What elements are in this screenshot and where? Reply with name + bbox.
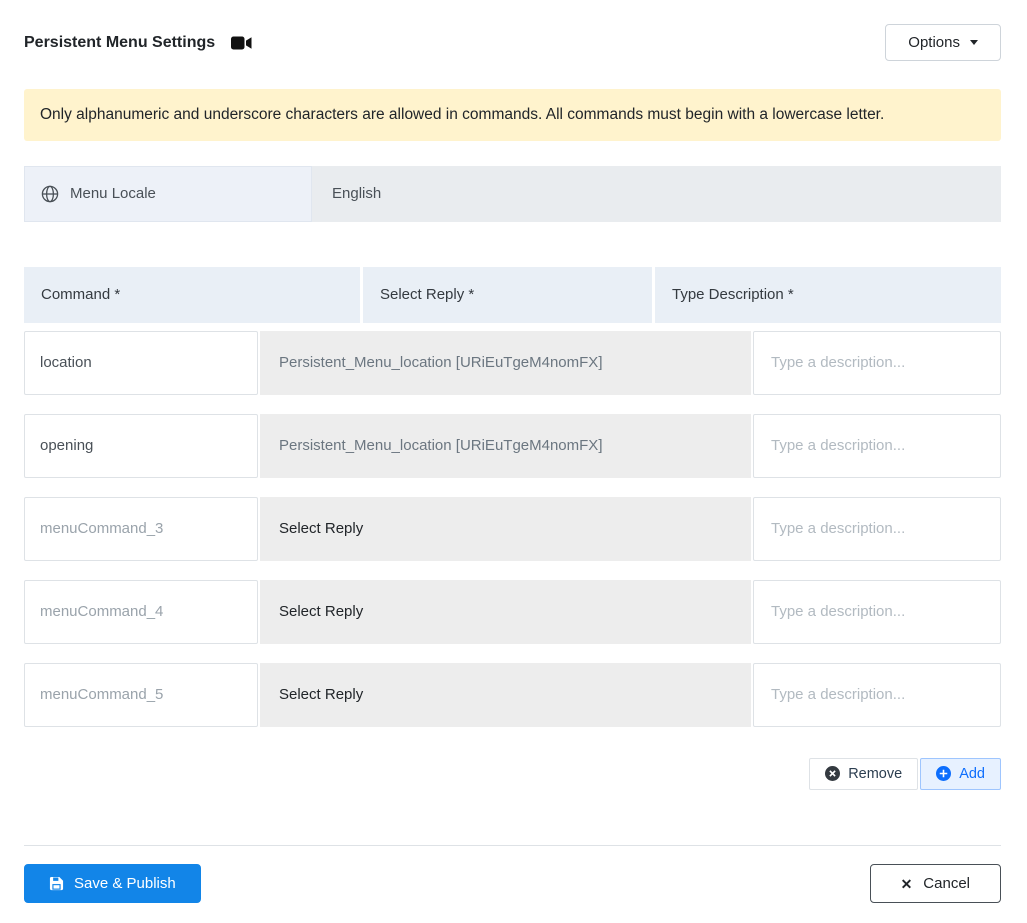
remove-row-button[interactable]: Remove bbox=[809, 757, 919, 790]
table-row: Persistent_Menu_location [URiEuTgeM4nomF… bbox=[24, 413, 1001, 478]
save-publish-label: Save & Publish bbox=[74, 875, 176, 892]
reply-select-label: Persistent_Menu_location [URiEuTgeM4nomF… bbox=[279, 437, 603, 455]
globe-icon bbox=[41, 185, 59, 203]
cancel-button[interactable]: ✕ Cancel bbox=[869, 864, 1001, 903]
remove-button-label: Remove bbox=[848, 765, 903, 782]
add-button-label: Add bbox=[959, 765, 985, 782]
page-header: Persistent Menu Settings Options bbox=[24, 24, 1001, 61]
menu-locale-label-cell: Menu Locale bbox=[24, 165, 312, 222]
options-button-label: Options bbox=[908, 34, 960, 51]
description-input[interactable] bbox=[753, 496, 1001, 561]
reply-select[interactable]: Persistent_Menu_location [URiEuTgeM4nomF… bbox=[260, 413, 751, 478]
description-input[interactable] bbox=[753, 579, 1001, 644]
footer-bar: Save & Publish ✕ Cancel bbox=[24, 845, 1001, 903]
remove-circle-icon bbox=[825, 766, 841, 782]
reply-select[interactable]: Select Reply bbox=[260, 496, 751, 561]
command-input[interactable] bbox=[24, 662, 258, 727]
close-icon: ✕ bbox=[900, 875, 913, 892]
table-header-row: Command * Select Reply * Type Descriptio… bbox=[24, 266, 1001, 323]
save-publish-button[interactable]: Save & Publish bbox=[24, 864, 201, 903]
column-header-command: Command * bbox=[24, 266, 360, 323]
title-wrap: Persistent Menu Settings bbox=[24, 34, 252, 52]
alert-message: Only alphanumeric and underscore charact… bbox=[40, 106, 885, 123]
command-rules-alert: Only alphanumeric and underscore charact… bbox=[24, 89, 1001, 141]
reply-select[interactable]: Persistent_Menu_location [URiEuTgeM4nomF… bbox=[260, 330, 751, 395]
description-input[interactable] bbox=[753, 662, 1001, 727]
reply-select-label: Persistent_Menu_location [URiEuTgeM4nomF… bbox=[279, 354, 603, 372]
command-input[interactable] bbox=[24, 496, 258, 561]
menu-locale-value[interactable]: English bbox=[312, 165, 1001, 222]
table-row: Select Reply bbox=[24, 496, 1001, 561]
table-rows: Persistent_Menu_location [URiEuTgeM4nomF… bbox=[24, 330, 1001, 746]
add-circle-icon bbox=[936, 766, 952, 782]
column-header-select-reply: Select Reply * bbox=[363, 266, 652, 323]
cancel-label: Cancel bbox=[923, 875, 970, 892]
command-input[interactable] bbox=[24, 413, 258, 478]
add-row-button[interactable]: Add bbox=[920, 757, 1001, 790]
menu-locale-label: Menu Locale bbox=[70, 185, 156, 203]
reply-select[interactable]: Select Reply bbox=[260, 662, 751, 727]
command-input[interactable] bbox=[24, 579, 258, 644]
reply-select-label: Select Reply bbox=[279, 603, 364, 621]
column-header-type-description: Type Description * bbox=[655, 266, 1001, 323]
row-actions: Remove Add bbox=[24, 757, 1001, 790]
table-row: Persistent_Menu_location [URiEuTgeM4nomF… bbox=[24, 330, 1001, 395]
reply-select-label: Select Reply bbox=[279, 686, 364, 704]
save-icon bbox=[49, 876, 64, 891]
description-input[interactable] bbox=[753, 413, 1001, 478]
persistent-menu-settings-page: Persistent Menu Settings Options Only al… bbox=[0, 0, 1027, 923]
menu-locale-group: Menu Locale English bbox=[24, 165, 1001, 222]
page-title: Persistent Menu Settings bbox=[24, 33, 216, 51]
table-row: Select Reply bbox=[24, 662, 1001, 727]
description-input[interactable] bbox=[753, 330, 1001, 395]
reply-select-label: Select Reply bbox=[279, 520, 364, 538]
table-row: Select Reply bbox=[24, 579, 1001, 644]
menu-locale-selected: English bbox=[332, 185, 382, 203]
video-camera-icon bbox=[231, 36, 252, 50]
options-button[interactable]: Options bbox=[885, 24, 1001, 61]
reply-select[interactable]: Select Reply bbox=[260, 579, 751, 644]
chevron-down-icon bbox=[970, 40, 978, 45]
command-input[interactable] bbox=[24, 330, 258, 395]
